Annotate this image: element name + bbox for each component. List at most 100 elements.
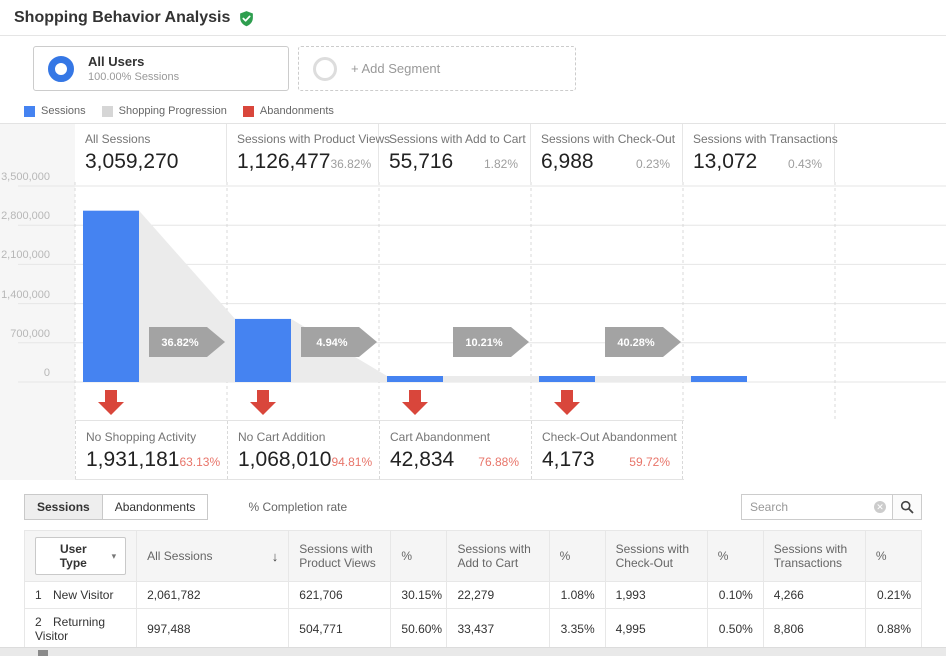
clear-search-icon[interactable]: ✕ xyxy=(874,501,886,513)
caret-down-icon: ▾ xyxy=(112,551,117,562)
cell-transactions-pct: 0.88% xyxy=(865,609,921,650)
tab-sessions[interactable]: Sessions xyxy=(24,494,103,520)
user-type-table: User Type ▾ All Sessions ↓ Sessions with… xyxy=(24,530,922,650)
legend-item-abandonments: Abandonments xyxy=(243,105,334,117)
stage-add-to-cart: Sessions with Add to Cart 55,716 1.82% xyxy=(379,124,531,182)
row-rank: 1 xyxy=(35,588,53,602)
stage-all-sessions: All Sessions 3,059,270 xyxy=(75,124,227,182)
abandon-value: 1,068,010 xyxy=(238,448,331,472)
stage-pct: 1.82% xyxy=(484,157,518,171)
data-table-section: Sessions Abandonments % Completion rate … xyxy=(0,480,946,656)
cell-check-out-pct: 0.10% xyxy=(707,582,763,609)
segment-detail: 100.00% Sessions xyxy=(88,71,179,83)
cell-transactions-pct: 0.21% xyxy=(865,582,921,609)
stage-pct: 36.82% xyxy=(330,157,371,171)
abandon-value: 4,173 xyxy=(542,448,595,472)
title-bar: Shopping Behavior Analysis xyxy=(0,0,946,36)
shopping-behavior-report: Shopping Behavior Analysis All Users 100… xyxy=(0,0,946,656)
legend-label: Shopping Progression xyxy=(119,105,227,117)
column-header-all-sessions[interactable]: All Sessions ↓ xyxy=(137,531,289,582)
chart-legend: Sessions Shopping Progression Abandonmen… xyxy=(0,98,946,123)
column-header-add-to-cart-pct[interactable]: % xyxy=(549,531,605,582)
user-type-dropdown[interactable]: User Type ▾ xyxy=(35,537,126,575)
progression-swatch-icon xyxy=(102,106,113,117)
funnel-svg: 36.82%4.94%10.21%40.28% xyxy=(18,182,946,420)
abandon-check-out: Check-Out Abandonment 4,173 59.72% xyxy=(531,421,683,479)
add-segment-circle-icon xyxy=(313,57,337,81)
column-header-product-views-pct[interactable]: % xyxy=(391,531,447,582)
stage-label: Sessions with Check-Out xyxy=(541,132,670,146)
stage-product-views: Sessions with Product Views 1,126,477 36… xyxy=(227,124,379,182)
abandon-pct: 94.81% xyxy=(331,455,372,469)
column-header-transactions-pct[interactable]: % xyxy=(865,531,921,582)
cell-product-views-pct: 30.15% xyxy=(391,582,447,609)
cell-transactions: 4,266 xyxy=(763,582,865,609)
table-toolbar: Sessions Abandonments % Completion rate … xyxy=(24,494,922,520)
stage-value: 3,059,270 xyxy=(85,150,178,174)
segment-name: All Users xyxy=(88,54,179,69)
verified-shield-icon xyxy=(238,10,255,27)
abandon-pct: 59.72% xyxy=(629,455,670,469)
svg-text:10.21%: 10.21% xyxy=(465,337,503,349)
stage-label: Sessions with Transactions xyxy=(693,132,822,146)
cell-transactions: 8,806 xyxy=(763,609,865,650)
tab-abandonments[interactable]: Abandonments xyxy=(102,494,209,520)
svg-text:36.82%: 36.82% xyxy=(161,337,199,349)
next-section-icon xyxy=(38,650,48,656)
search-input[interactable] xyxy=(741,494,893,520)
stage-label: All Sessions xyxy=(85,132,214,146)
abandon-label: No Cart Addition xyxy=(238,430,367,444)
abandon-label: Cart Abandonment xyxy=(390,430,519,444)
search-icon xyxy=(900,500,914,514)
column-header-add-to-cart[interactable]: Sessions with Add to Cart xyxy=(447,531,549,582)
segment-all-users[interactable]: All Users 100.00% Sessions xyxy=(33,46,289,91)
stage-value: 13,072 xyxy=(693,150,757,174)
column-header-check-out-pct[interactable]: % xyxy=(707,531,763,582)
sort-desc-icon: ↓ xyxy=(272,549,279,564)
table-row: 1New Visitor 2,061,782 621,706 30.15% 22… xyxy=(25,582,922,609)
funnel-plot: 3,500,0002,800,0002,100,0001,400,000700,… xyxy=(0,182,946,420)
legend-item-progression: Shopping Progression xyxy=(102,105,227,117)
page-title: Shopping Behavior Analysis xyxy=(14,9,230,27)
stage-value: 55,716 xyxy=(389,150,453,174)
cell-product-views-pct: 50.60% xyxy=(391,609,447,650)
search-button[interactable] xyxy=(892,494,922,520)
funnel-stage-headers: All Sessions 3,059,270 Sessions with Pro… xyxy=(75,124,835,182)
cell-check-out: 4,995 xyxy=(605,609,707,650)
cell-add-to-cart-pct: 3.35% xyxy=(549,609,605,650)
legend-label: Abandonments xyxy=(260,105,334,117)
cell-check-out-pct: 0.50% xyxy=(707,609,763,650)
abandon-value: 1,931,181 xyxy=(86,448,179,472)
abandonments-swatch-icon xyxy=(243,106,254,117)
legend-label: Sessions xyxy=(41,105,86,117)
stage-label: Sessions with Product Views xyxy=(237,132,366,146)
column-header-user-type: User Type ▾ xyxy=(25,531,137,582)
table-search: ✕ xyxy=(741,494,922,520)
column-header-transactions[interactable]: Sessions with Transactions xyxy=(763,531,865,582)
cell-product-views: 621,706 xyxy=(289,582,391,609)
stage-value: 6,988 xyxy=(541,150,594,174)
cell-all-sessions: 2,061,782 xyxy=(137,582,289,609)
abandon-no-cart: No Cart Addition 1,068,010 94.81% xyxy=(227,421,379,479)
abandon-no-shopping: No Shopping Activity 1,931,181 63.13% xyxy=(75,421,227,479)
abandon-pct: 63.13% xyxy=(179,455,220,469)
stage-value: 1,126,477 xyxy=(237,150,330,174)
add-segment-button[interactable]: + Add Segment xyxy=(298,46,576,91)
row-rank: 2 xyxy=(35,615,53,629)
abandonment-stats: No Shopping Activity 1,931,181 63.13% No… xyxy=(75,420,684,480)
stage-transactions: Sessions with Transactions 13,072 0.43% xyxy=(683,124,835,182)
tab-completion-rate[interactable]: % Completion rate xyxy=(248,500,347,514)
stage-check-out: Sessions with Check-Out 6,988 0.23% xyxy=(531,124,683,182)
stage-pct: 0.43% xyxy=(788,157,822,171)
abandon-pct: 76.88% xyxy=(478,455,519,469)
column-header-check-out[interactable]: Sessions with Check-Out xyxy=(605,531,707,582)
add-segment-label: + Add Segment xyxy=(351,61,440,76)
cell-check-out: 1,993 xyxy=(605,582,707,609)
stage-pct: 0.23% xyxy=(636,157,670,171)
abandon-label: Check-Out Abandonment xyxy=(542,430,670,444)
cell-product-views: 504,771 xyxy=(289,609,391,650)
svg-text:40.28%: 40.28% xyxy=(617,337,655,349)
column-header-product-views[interactable]: Sessions with Product Views xyxy=(289,531,391,582)
segment-donut-icon xyxy=(48,56,74,82)
cell-add-to-cart: 22,279 xyxy=(447,582,549,609)
